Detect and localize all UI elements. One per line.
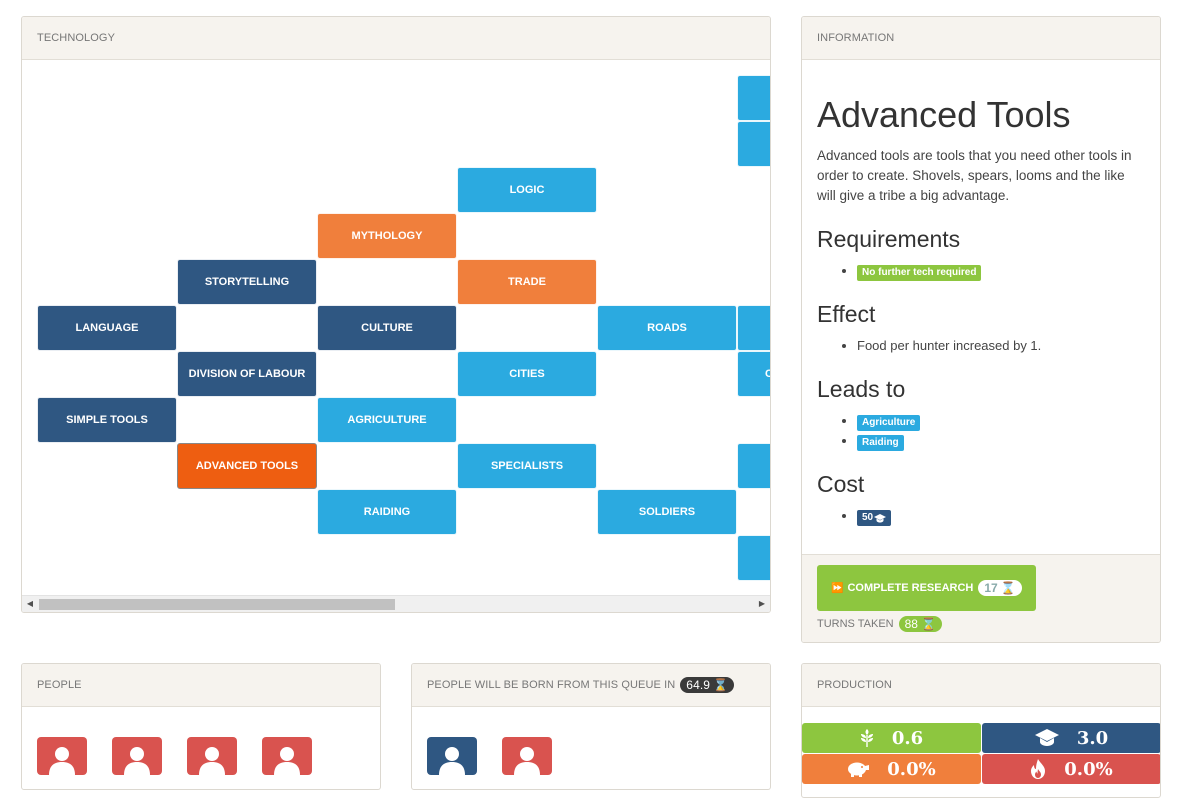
tech-node-division-of-labour[interactable]: DIVISION OF LABOUR	[177, 351, 317, 397]
tech-node-logic[interactable]: LOGIC	[457, 167, 597, 213]
complete-research-button[interactable]: ⏩ COMPLETE RESEARCH 17 ⌛	[817, 565, 1036, 611]
piggy-bank-icon	[847, 761, 870, 777]
science-production: 3.0	[982, 723, 1160, 753]
tech-node-cities[interactable]: CITIES	[457, 351, 597, 397]
graduation-cap-icon	[874, 513, 887, 522]
list-item: Raiding	[857, 431, 1145, 451]
tech-node-advanced-tools[interactable]: ADVANCED TOOLS	[177, 443, 317, 489]
birth-queue-panel: PEOPLE WILL BE BORN FROM THIS QUEUE IN 6…	[411, 663, 771, 790]
hourglass-icon: ⌛	[920, 617, 936, 631]
tech-description: Advanced tools are tools that you need o…	[817, 148, 1132, 203]
cost-list: 50	[817, 506, 1145, 526]
production-header: PRODUCTION	[802, 664, 1160, 707]
list-item: No further tech required	[857, 261, 1145, 281]
horizontal-scrollbar[interactable]: ◀ ▶	[22, 595, 770, 612]
fire-production: 0.0%	[982, 754, 1160, 784]
list-item: Agriculture	[857, 411, 1145, 431]
scrollbar-thumb[interactable]	[39, 599, 395, 610]
person-icon[interactable]	[112, 737, 162, 775]
tech-node-language[interactable]: LANGUAGE	[37, 305, 177, 351]
cost-heading: Cost	[817, 471, 865, 497]
tech-node-partial-1[interactable]	[737, 75, 770, 121]
turns-taken: TURNS TAKEN 88 ⌛	[817, 616, 1145, 632]
leads-to-heading: Leads to	[817, 376, 906, 402]
tech-node-cities-partial[interactable]: C	[737, 351, 770, 397]
information-panel: INFORMATION Advanced Tools Advanced tool…	[801, 16, 1161, 643]
turns-taken-badge: 88 ⌛	[898, 616, 942, 632]
food-production: 0.6	[802, 723, 981, 753]
tech-node-partial-5[interactable]	[737, 443, 770, 489]
leads-to-list: Agriculture Raiding	[817, 411, 1145, 451]
people-panel: PEOPLE	[21, 663, 381, 790]
research-turns-badge: 17 ⌛	[978, 580, 1022, 596]
hourglass-icon: ⌛	[713, 678, 729, 692]
list-item: 50	[857, 506, 1145, 526]
leads-to-badge-raiding[interactable]: Raiding	[857, 435, 904, 451]
fast-forward-icon: ⏩	[831, 582, 844, 594]
production-panel: PRODUCTION 0.6 3.0 0.0% 0.0%	[801, 663, 1161, 798]
fire-icon	[1030, 759, 1046, 779]
tech-node-storytelling[interactable]: STORYTELLING	[177, 259, 317, 305]
tech-node-trade[interactable]: TRADE	[457, 259, 597, 305]
scroll-left-icon[interactable]: ◀	[24, 599, 36, 608]
tech-tree[interactable]: C LOGIC MYTHOLOGY STORYTELLING TRADE LAN…	[22, 60, 770, 595]
tech-node-agriculture[interactable]: AGRICULTURE	[317, 397, 457, 443]
tech-node-roads[interactable]: ROADS	[597, 305, 737, 351]
people-row	[37, 737, 337, 775]
people-header: PEOPLE	[22, 664, 380, 707]
tech-title: Advanced Tools	[817, 94, 1071, 135]
person-icon[interactable]	[427, 737, 477, 775]
tech-node-partial-2[interactable]	[737, 121, 770, 167]
information-footer: ⏩ COMPLETE RESEARCH 17 ⌛ TURNS TAKEN 88 …	[802, 554, 1160, 642]
effect-heading: Effect	[817, 301, 876, 327]
hourglass-icon: ⌛	[1000, 581, 1016, 595]
technology-header: TECHNOLOGY	[22, 17, 770, 60]
tech-node-mythology[interactable]: MYTHOLOGY	[317, 213, 457, 259]
tech-node-specialists[interactable]: SPECIALISTS	[457, 443, 597, 489]
birth-queue-header: PEOPLE WILL BE BORN FROM THIS QUEUE IN 6…	[412, 664, 770, 707]
cost-badge: 50	[857, 510, 892, 526]
wheat-icon	[860, 729, 874, 747]
graduation-cap-icon	[1034, 729, 1059, 747]
savings-production: 0.0%	[802, 754, 981, 784]
requirement-badge: No further tech required	[857, 265, 982, 281]
tech-node-raiding[interactable]: RAIDING	[317, 489, 457, 535]
requirements-list: No further tech required	[817, 261, 1145, 281]
leads-to-badge-agriculture[interactable]: Agriculture	[857, 415, 921, 431]
tech-node-soldiers[interactable]: SOLDIERS	[597, 489, 737, 535]
technology-panel: TECHNOLOGY C LOGIC MYTHOLOGY STORYTELLIN…	[21, 16, 771, 613]
scroll-right-icon[interactable]: ▶	[756, 599, 768, 608]
requirements-heading: Requirements	[817, 226, 961, 252]
person-icon[interactable]	[37, 737, 87, 775]
tech-node-partial-6[interactable]	[737, 535, 770, 581]
person-icon[interactable]	[262, 737, 312, 775]
tech-node-partial-3[interactable]	[737, 305, 770, 351]
list-item: Food per hunter increased by 1.	[857, 336, 1145, 356]
queue-row	[427, 737, 577, 775]
person-icon[interactable]	[502, 737, 552, 775]
tech-node-simple-tools[interactable]: SIMPLE TOOLS	[37, 397, 177, 443]
birth-time-badge: 64.9 ⌛	[680, 677, 735, 693]
effect-list: Food per hunter increased by 1.	[817, 336, 1145, 356]
person-icon[interactable]	[187, 737, 237, 775]
tech-node-culture[interactable]: CULTURE	[317, 305, 457, 351]
information-header: INFORMATION	[802, 17, 1160, 60]
